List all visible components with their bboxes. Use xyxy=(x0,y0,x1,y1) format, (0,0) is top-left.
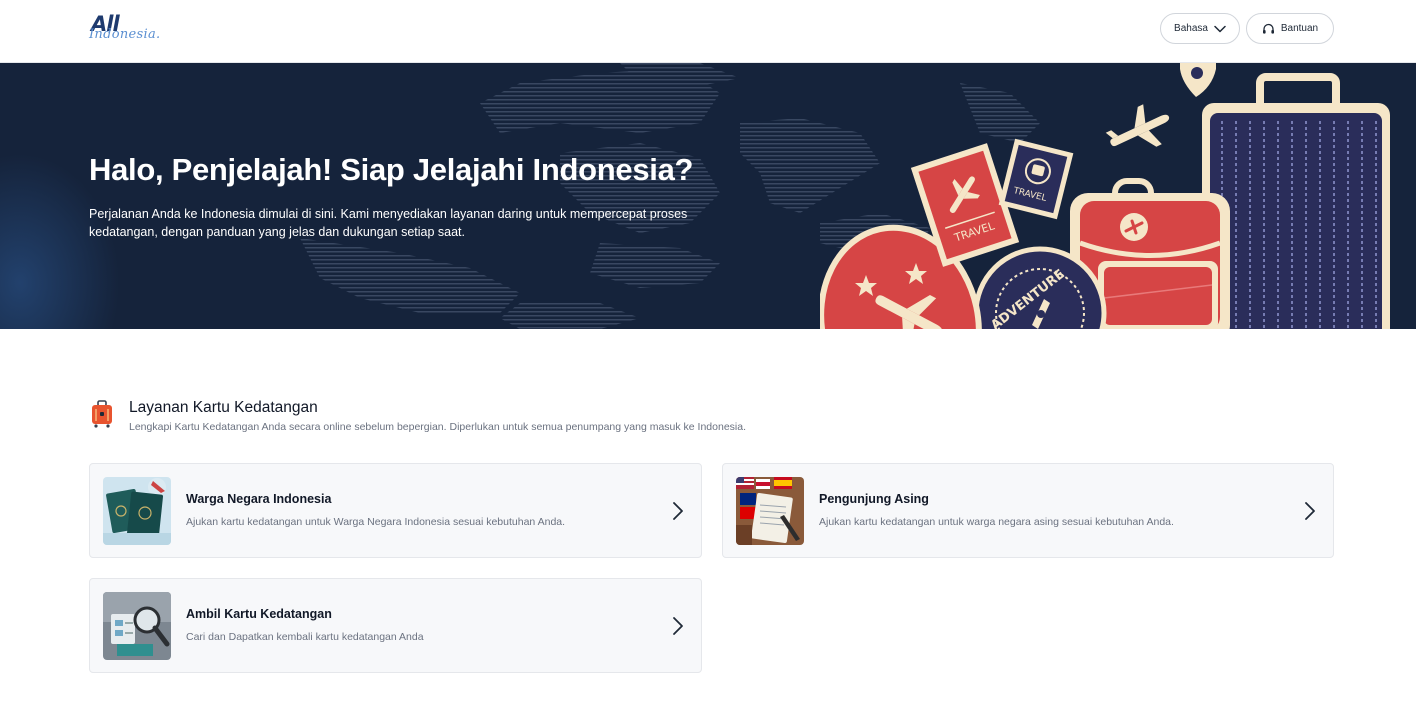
passport-image xyxy=(103,477,171,545)
help-button[interactable]: Bantuan xyxy=(1246,13,1334,44)
document-search-image xyxy=(103,592,171,660)
card-retrieve-arrival-card[interactable]: Ambil Kartu Kedatangan Cari dan Dapatkan… xyxy=(89,578,702,673)
chevron-right-icon xyxy=(673,617,683,635)
card-foreign-visitor[interactable]: Pengunjung Asing Ajukan kartu kedatangan… xyxy=(722,463,1334,558)
chevron-right-icon xyxy=(673,502,683,520)
hero-title: Halo, Penjelajah! Siap Jelajahi Indonesi… xyxy=(89,152,694,187)
logo-text-sub: Indonesia. xyxy=(89,27,161,42)
card-indonesian-citizen[interactable]: Warga Negara Indonesia Ajukan kartu keda… xyxy=(89,463,702,558)
section-title: Layanan Kartu Kedatangan xyxy=(129,399,318,416)
headset-icon xyxy=(1262,23,1274,34)
top-navigation-bar: All Indonesia. Bahasa Bantuan xyxy=(0,0,1416,63)
section-subtitle: Lengkapi Kartu Kedatangan Anda secara on… xyxy=(129,421,747,433)
card-description: Ajukan kartu kedatangan untuk warga nega… xyxy=(819,516,1174,528)
hero-banner: Halo, Penjelajah! Siap Jelajahi Indonesi… xyxy=(0,63,1416,329)
foreign-passports-image xyxy=(736,477,804,545)
card-description: Ajukan kartu kedatangan untuk Warga Nega… xyxy=(186,516,566,528)
travel-illustration: ADVENTURE TRAVEL TRAVEL xyxy=(820,63,1390,329)
card-title: Warga Negara Indonesia xyxy=(186,492,332,506)
card-description: Cari dan Dapatkan kembali kartu kedatang… xyxy=(186,631,424,643)
language-label: Bahasa xyxy=(1174,23,1208,34)
card-title: Ambil Kartu Kedatangan xyxy=(186,607,332,621)
hero-description: Perjalanan Anda ke Indonesia dimulai di … xyxy=(89,207,688,239)
suitcase-icon xyxy=(92,400,112,428)
card-title: Pengunjung Asing xyxy=(819,492,929,506)
help-label: Bantuan xyxy=(1280,23,1319,34)
all-indonesia-logo[interactable]: All Indonesia. xyxy=(89,12,161,46)
chevron-right-icon xyxy=(1305,502,1315,520)
chevron-down-icon xyxy=(1214,25,1226,32)
language-button[interactable]: Bahasa xyxy=(1160,13,1240,44)
